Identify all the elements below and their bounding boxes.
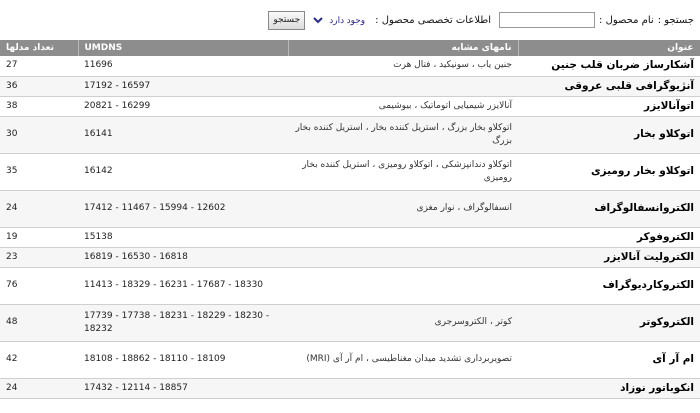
table-row[interactable]: الکتروفوکر 15138 19 xyxy=(0,227,700,248)
row-model-count-cell: 24 xyxy=(0,190,78,228)
row-similar-names-cell xyxy=(288,227,518,248)
row-similar-names-cell: جنین یاب ، سونیکید ، فتال هرت xyxy=(288,56,518,77)
row-model-count-cell: 23 xyxy=(0,247,78,268)
row-similar-names-cell: اتوکلاو بخار بزرگ ، استریل کننده بخار ، … xyxy=(288,116,518,154)
column-header-similar-names[interactable]: نامهای مشابه xyxy=(288,40,519,56)
row-similar-names-cell xyxy=(288,267,518,305)
product-specs-label: اطلاعات تخصصی محصول : xyxy=(375,14,492,26)
row-umdns-cell: 16142 xyxy=(78,153,288,191)
column-header-model-count[interactable]: تعداد مدلها xyxy=(0,40,79,56)
row-title-cell[interactable]: آنژیوگرافی قلبی عروقی xyxy=(518,76,700,97)
row-umdns-cell: 11413 - 18329 - 16231 - 17687 - 18330 xyxy=(78,267,288,305)
row-similar-names-cell: انسفالوگراف ، نوار مغزی xyxy=(288,190,518,228)
row-similar-names-cell: کوتر ، الکتروسرجری xyxy=(288,304,518,342)
products-table: عنوان نامهای مشابه UMDNS تعداد مدلها آشک… xyxy=(0,40,700,399)
table-header-row: عنوان نامهای مشابه UMDNS تعداد مدلها xyxy=(0,40,700,56)
product-name-label: نام محصول : xyxy=(599,14,654,26)
row-umdns-cell: 17432 - 12114 - 18857 xyxy=(78,378,288,399)
table-row[interactable]: ام آر آی تصویربرداری تشدید میدان مغناطیسی… xyxy=(0,341,700,379)
row-umdns-cell: 17412 - 11467 - 15994 - 12602 xyxy=(78,190,288,228)
row-umdns-cell: 11696 xyxy=(78,56,288,77)
row-model-count-cell: 38 xyxy=(0,96,78,117)
availability-select[interactable]: وجود دارد xyxy=(311,11,372,29)
table-row[interactable]: اتوکلاو بخار اتوکلاو بخار بزرگ ، استریل ک… xyxy=(0,116,700,154)
table-row[interactable]: الکتروکاردیوگراف 11413 - 18329 - 16231 - … xyxy=(0,267,700,305)
row-model-count-cell: 35 xyxy=(0,153,78,191)
product-name-input[interactable] xyxy=(499,12,596,28)
row-similar-names-cell xyxy=(288,378,518,399)
search-bar: جستجو : نام محصول : اطلاعات تخصصی محصول … xyxy=(0,0,700,40)
row-model-count-cell: 19 xyxy=(0,227,78,248)
table-row[interactable]: اتوآنالایزر آنالایزر شیمیایی اتوماتیک ، ب… xyxy=(0,96,700,117)
row-title-cell[interactable]: الکتروفوکر xyxy=(518,227,700,248)
row-similar-names-cell xyxy=(288,247,518,268)
row-model-count-cell: 36 xyxy=(0,76,78,97)
search-button[interactable]: جستجو xyxy=(268,10,306,30)
row-model-count-cell: 76 xyxy=(0,267,78,305)
row-title-cell[interactable]: اتوکلاو بخار رومیزی xyxy=(518,153,700,191)
table-row[interactable]: انکوباتور نوزاد 17432 - 12114 - 18857 24 xyxy=(0,378,700,399)
column-header-title[interactable]: عنوان xyxy=(518,40,700,56)
table-row[interactable]: الکتروانسفالوگراف انسفالوگراف ، نوار مغزی… xyxy=(0,190,700,228)
row-umdns-cell: 16141 xyxy=(78,116,288,154)
table-row[interactable]: الکتروکوتر کوتر ، الکتروسرجری 17739 - 1773… xyxy=(0,304,700,342)
row-title-cell[interactable]: ام آر آی xyxy=(518,341,700,379)
row-umdns-cell: 16819 - 16530 - 16818 xyxy=(78,247,288,268)
row-title-cell[interactable]: الکترولیت آنالایزر xyxy=(518,247,700,268)
row-title-cell[interactable]: اتوکلاو بخار xyxy=(518,116,700,154)
table-row[interactable]: الکترولیت آنالایزر 16819 - 16530 - 16818 2… xyxy=(0,247,700,268)
row-umdns-cell: 17192 - 16597 xyxy=(78,76,288,97)
row-umdns-cell: 15138 xyxy=(78,227,288,248)
row-title-cell[interactable]: انکوباتور نوزاد xyxy=(518,378,700,399)
row-umdns-cell: 17739 - 17738 - 18231 - 18229 - 18230 - … xyxy=(78,304,288,342)
row-model-count-cell: 30 xyxy=(0,116,78,154)
row-model-count-cell: 27 xyxy=(0,56,78,77)
table-row[interactable]: آنژیوگرافی قلبی عروقی 17192 - 16597 36 xyxy=(0,76,700,97)
table-row[interactable]: اتوکلاو بخار رومیزی اتوکلاو دندانپزشکی ، … xyxy=(0,153,700,191)
row-model-count-cell: 24 xyxy=(0,378,78,399)
column-header-umdns[interactable]: UMDNS xyxy=(78,40,289,56)
row-title-cell[interactable]: الکتروانسفالوگراف xyxy=(518,190,700,228)
row-similar-names-cell: تصویربرداری تشدید میدان مغناطیسی ، ام آر… xyxy=(288,341,518,379)
search-label: جستجو : xyxy=(657,14,694,26)
row-title-cell[interactable]: آشکارساز ضربان قلب جنین xyxy=(518,56,700,77)
row-umdns-cell: 20821 - 16299 xyxy=(78,96,288,117)
row-model-count-cell: 42 xyxy=(0,341,78,379)
row-similar-names-cell: آنالایزر شیمیایی اتوماتیک ، بیوشیمی xyxy=(288,96,518,117)
row-similar-names-cell xyxy=(288,76,518,97)
row-umdns-cell: 18108 - 18862 - 18110 - 18109 xyxy=(78,341,288,379)
row-title-cell[interactable]: اتوآنالایزر xyxy=(518,96,700,117)
row-title-cell[interactable]: الکتروکوتر xyxy=(518,304,700,342)
table-row[interactable]: آشکارساز ضربان قلب جنین جنین یاب ، سونیکی… xyxy=(0,56,700,77)
table-body: آشکارساز ضربان قلب جنین جنین یاب ، سونیکی… xyxy=(0,56,700,399)
row-title-cell[interactable]: الکتروکاردیوگراف xyxy=(518,267,700,305)
row-similar-names-cell: اتوکلاو دندانپزشکی ، اتوکلاو رومیزی ، اس… xyxy=(288,153,518,191)
page: جستجو : نام محصول : اطلاعات تخصصی محصول … xyxy=(0,0,700,413)
row-model-count-cell: 48 xyxy=(0,304,78,342)
